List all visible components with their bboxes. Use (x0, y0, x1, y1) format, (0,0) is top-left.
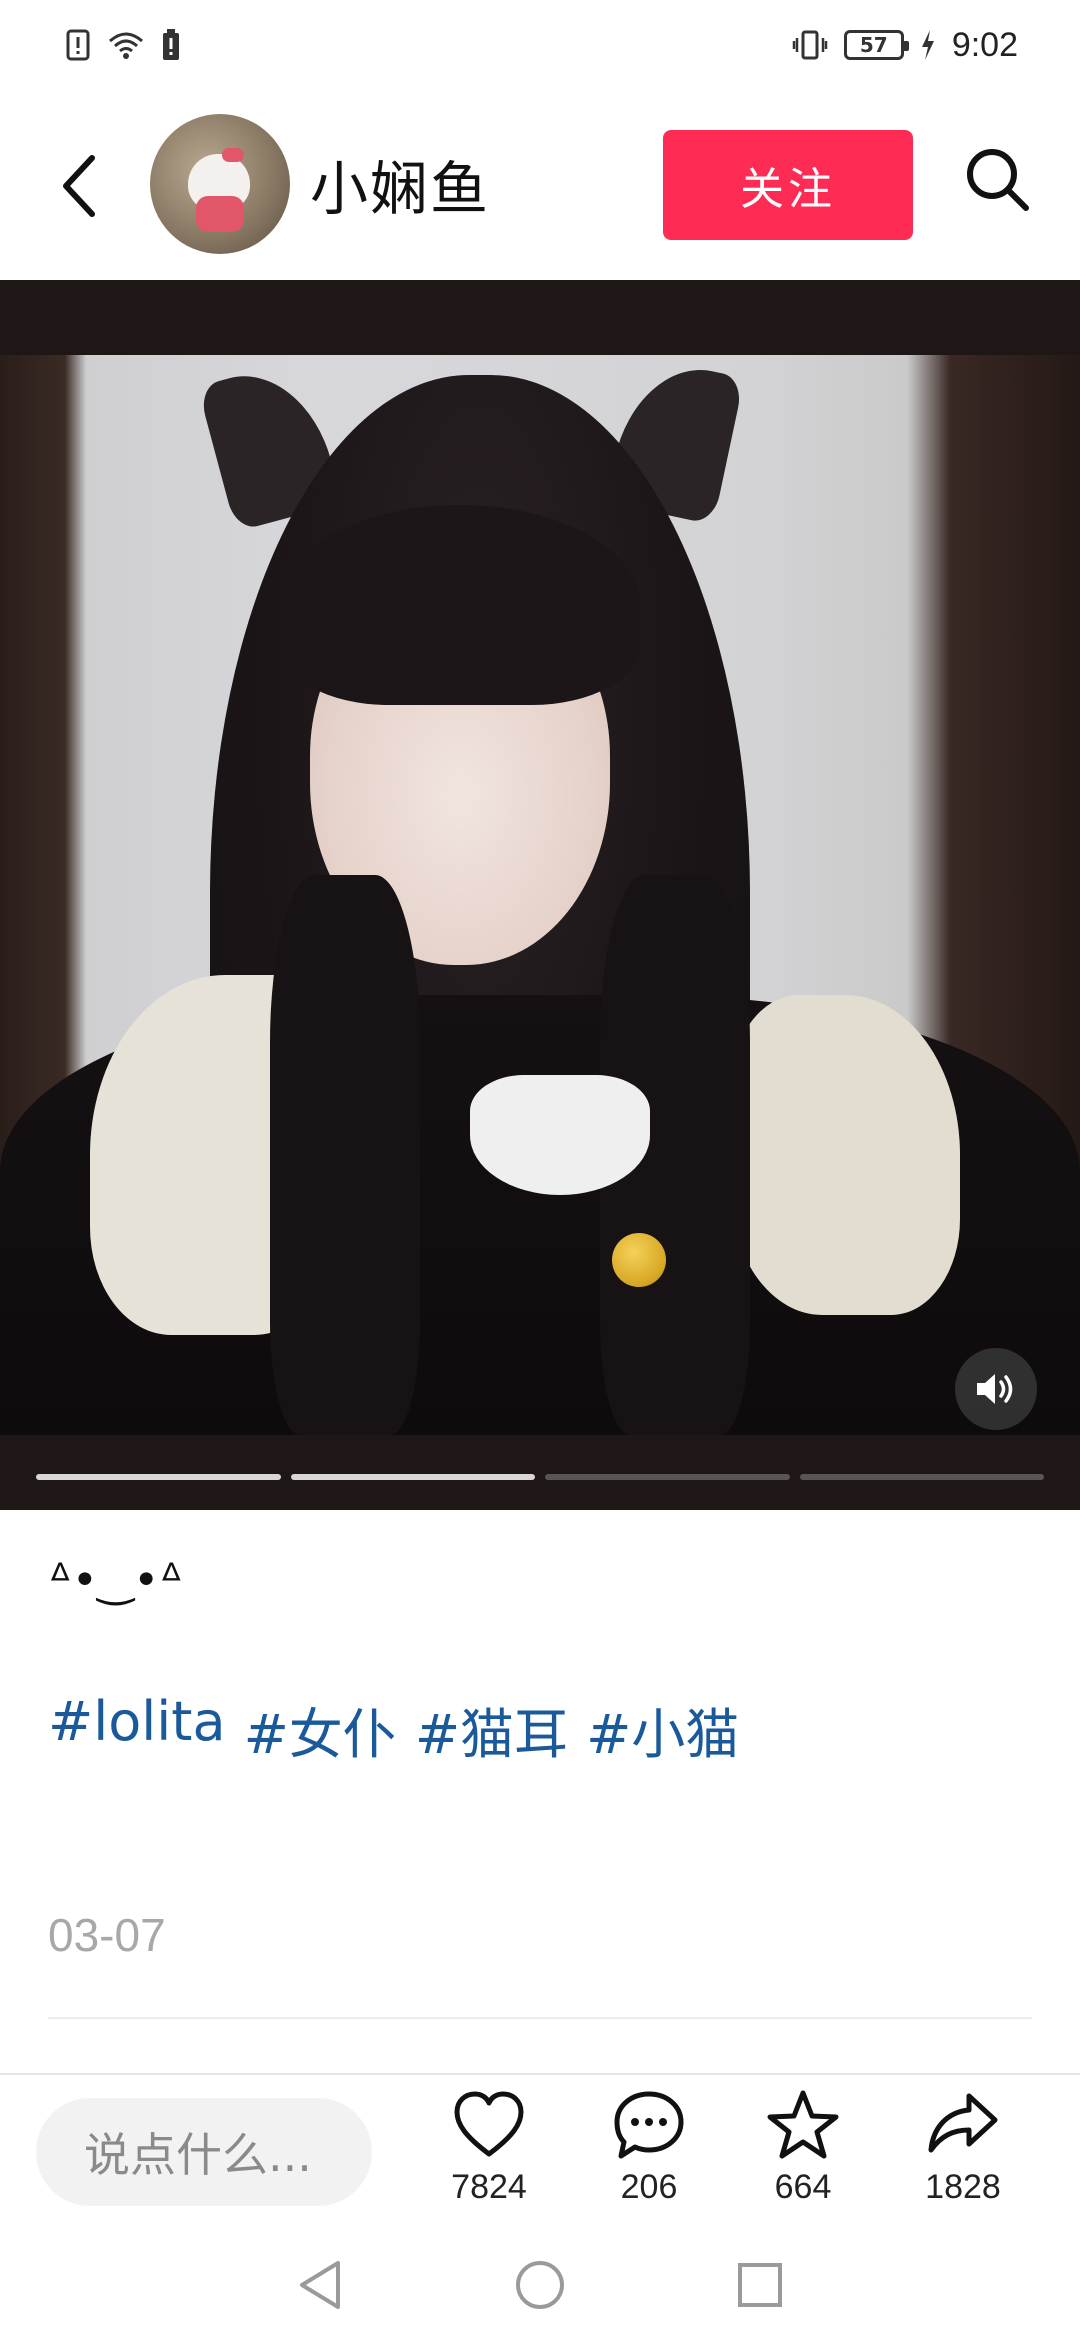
nav-home-button[interactable] (510, 2255, 570, 2315)
hashtag[interactable]: #女仆 (244, 1690, 397, 1769)
divider (48, 2017, 1032, 2019)
circle-home-icon (516, 2261, 564, 2309)
battery-level: 57 (859, 33, 888, 57)
follow-button[interactable]: 关注 (663, 130, 913, 240)
back-button[interactable] (48, 148, 108, 224)
square-recents-icon (738, 2263, 782, 2307)
share-count: 1828 (925, 2168, 1001, 2206)
alert-sim-icon (66, 29, 90, 61)
hashtag[interactable]: #lolita (48, 1690, 226, 1769)
nav-recents-button[interactable] (730, 2255, 790, 2315)
search-icon (967, 149, 1029, 211)
post-header: 小娴鱼 关注 (0, 90, 1080, 280)
battery-alert-icon (163, 29, 179, 60)
post-emoticon: ᐞ•‿•ᐞ (48, 1555, 184, 1606)
comment-button[interactable]: 206 (574, 2088, 724, 2228)
hashtag[interactable]: #小猫 (586, 1690, 739, 1769)
share-button[interactable]: 1828 (888, 2088, 1038, 2228)
star-icon (767, 2090, 839, 2159)
like-button[interactable]: 7824 (414, 2088, 564, 2228)
post-date: 03-07 (48, 1909, 166, 1961)
triangle-back-icon (300, 2261, 340, 2309)
comment-count: 206 (620, 2168, 678, 2206)
carousel-progress (36, 1474, 1044, 1482)
share-arrow-icon (928, 2093, 998, 2153)
vibrate-icon (792, 30, 828, 60)
search-button[interactable] (958, 140, 1038, 220)
status-right-icons: 57 9:02 (792, 26, 1018, 65)
status-time: 9:02 (951, 25, 1018, 64)
status-left-icons (66, 29, 180, 61)
comment-input[interactable]: 说点什么... (36, 2098, 372, 2206)
photo-hair-strand-left (270, 875, 420, 1435)
photo-bangs (280, 505, 640, 705)
wifi-icon (109, 32, 143, 59)
chevron-left-icon (63, 155, 95, 217)
nav-back-button[interactable] (290, 2255, 350, 2315)
sound-toggle-button[interactable] (955, 1348, 1037, 1430)
progress-segment (290, 1474, 535, 1480)
avatar[interactable] (150, 114, 290, 254)
chat-bubble-icon (614, 2091, 684, 2159)
photo-bell (612, 1233, 666, 1287)
username[interactable]: 小娴鱼 (310, 142, 490, 226)
heart-icon (454, 2091, 524, 2157)
charging-bolt-icon (921, 30, 934, 60)
photo-collar (470, 1075, 650, 1195)
system-nav-bar (0, 2230, 1080, 2340)
progress-segment (36, 1474, 281, 1480)
progress-segment (799, 1474, 1044, 1480)
favorite-count: 664 (774, 2168, 832, 2206)
progress-segment (545, 1474, 790, 1480)
hashtag-list: #lolita #女仆 #猫耳 #小猫 (48, 1690, 739, 1769)
hashtag[interactable]: #猫耳 (415, 1690, 568, 1769)
post-photo[interactable] (0, 355, 1080, 1435)
status-bar: 57 9:02 (0, 0, 1080, 90)
avatar-image (188, 148, 250, 232)
action-bar-divider (0, 2073, 1080, 2075)
favorite-button[interactable]: 664 (728, 2088, 878, 2228)
battery-indicator: 57 (843, 30, 909, 60)
photo-ruffle-right (730, 995, 960, 1315)
media-carousel[interactable] (0, 280, 1080, 1510)
speaker-icon (977, 1374, 1013, 1404)
like-count: 7824 (451, 2168, 527, 2206)
